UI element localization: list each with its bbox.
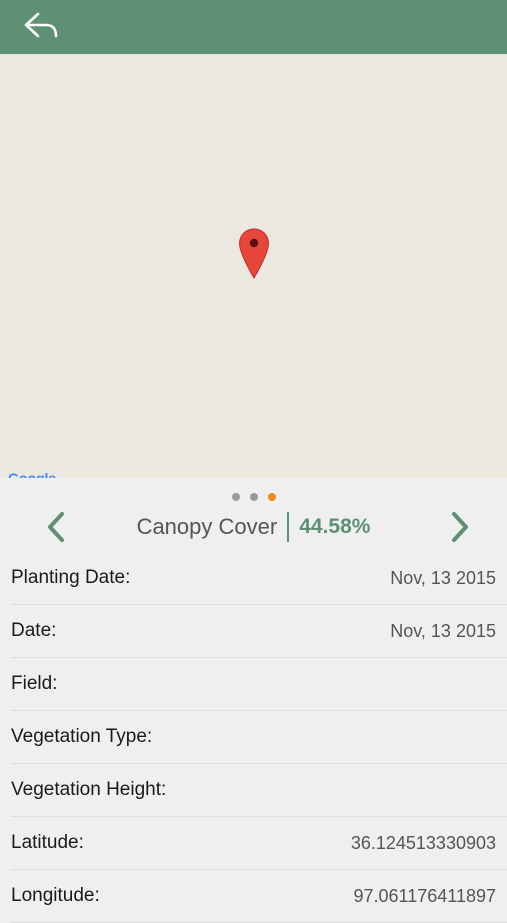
page-indicator — [0, 488, 507, 501]
detail-value: Nov, 13 2015 — [390, 621, 496, 641]
detail-label: Vegetation Type: — [11, 726, 153, 747]
detail-row-field: Field: — [11, 658, 507, 711]
detail-label: Longitude: — [11, 885, 100, 906]
reply-arrow-icon — [24, 12, 58, 38]
detail-label: Vegetation Height: — [11, 779, 167, 800]
detail-row-planting-date: Planting Date: Nov, 13 2015 — [11, 552, 507, 605]
map-pin-icon[interactable] — [238, 228, 270, 280]
metric-divider — [287, 512, 290, 542]
metric-value: 44.58% — [299, 515, 371, 538]
metric-name: Canopy Cover — [136, 514, 278, 539]
detail-row-longitude: Longitude: 97.061176411897 — [11, 870, 507, 923]
chevron-right-icon — [452, 512, 468, 542]
detail-list: Planting Date: Nov, 13 2015 Date: Nov, 1… — [0, 552, 507, 923]
detail-row-date: Date: Nov, 13 2015 — [11, 605, 507, 658]
detail-row-latitude: Latitude: 36.124513330903 — [11, 817, 507, 870]
chevron-left-icon — [48, 512, 64, 542]
page-dot-1[interactable] — [231, 493, 240, 501]
detail-row-vegetation-type: Vegetation Type: — [11, 711, 507, 764]
detail-label: Field: — [11, 673, 58, 694]
detail-label: Planting Date: — [11, 567, 131, 588]
metric-display: Canopy Cover 44.58% — [100, 505, 407, 549]
detail-value: 97.061176411897 — [353, 886, 496, 906]
metric-selector: Canopy Cover 44.58% — [0, 505, 507, 549]
next-metric-button[interactable] — [440, 509, 480, 545]
detail-label: Latitude: — [11, 832, 84, 853]
previous-metric-button[interactable] — [36, 509, 76, 545]
back-button[interactable] — [20, 8, 64, 46]
detail-value: Nov, 13 2015 — [390, 568, 496, 588]
detail-row-vegetation-height: Vegetation Height: — [11, 764, 507, 817]
detail-label: Date: — [11, 620, 57, 641]
top-bar — [0, 0, 507, 54]
detail-value: 36.124513330903 — [350, 833, 496, 853]
map-view[interactable]: Google — [0, 54, 507, 478]
google-attribution-logo: Google — [8, 470, 57, 478]
page-dot-3[interactable] — [267, 493, 276, 501]
page-dot-2[interactable] — [249, 493, 258, 501]
